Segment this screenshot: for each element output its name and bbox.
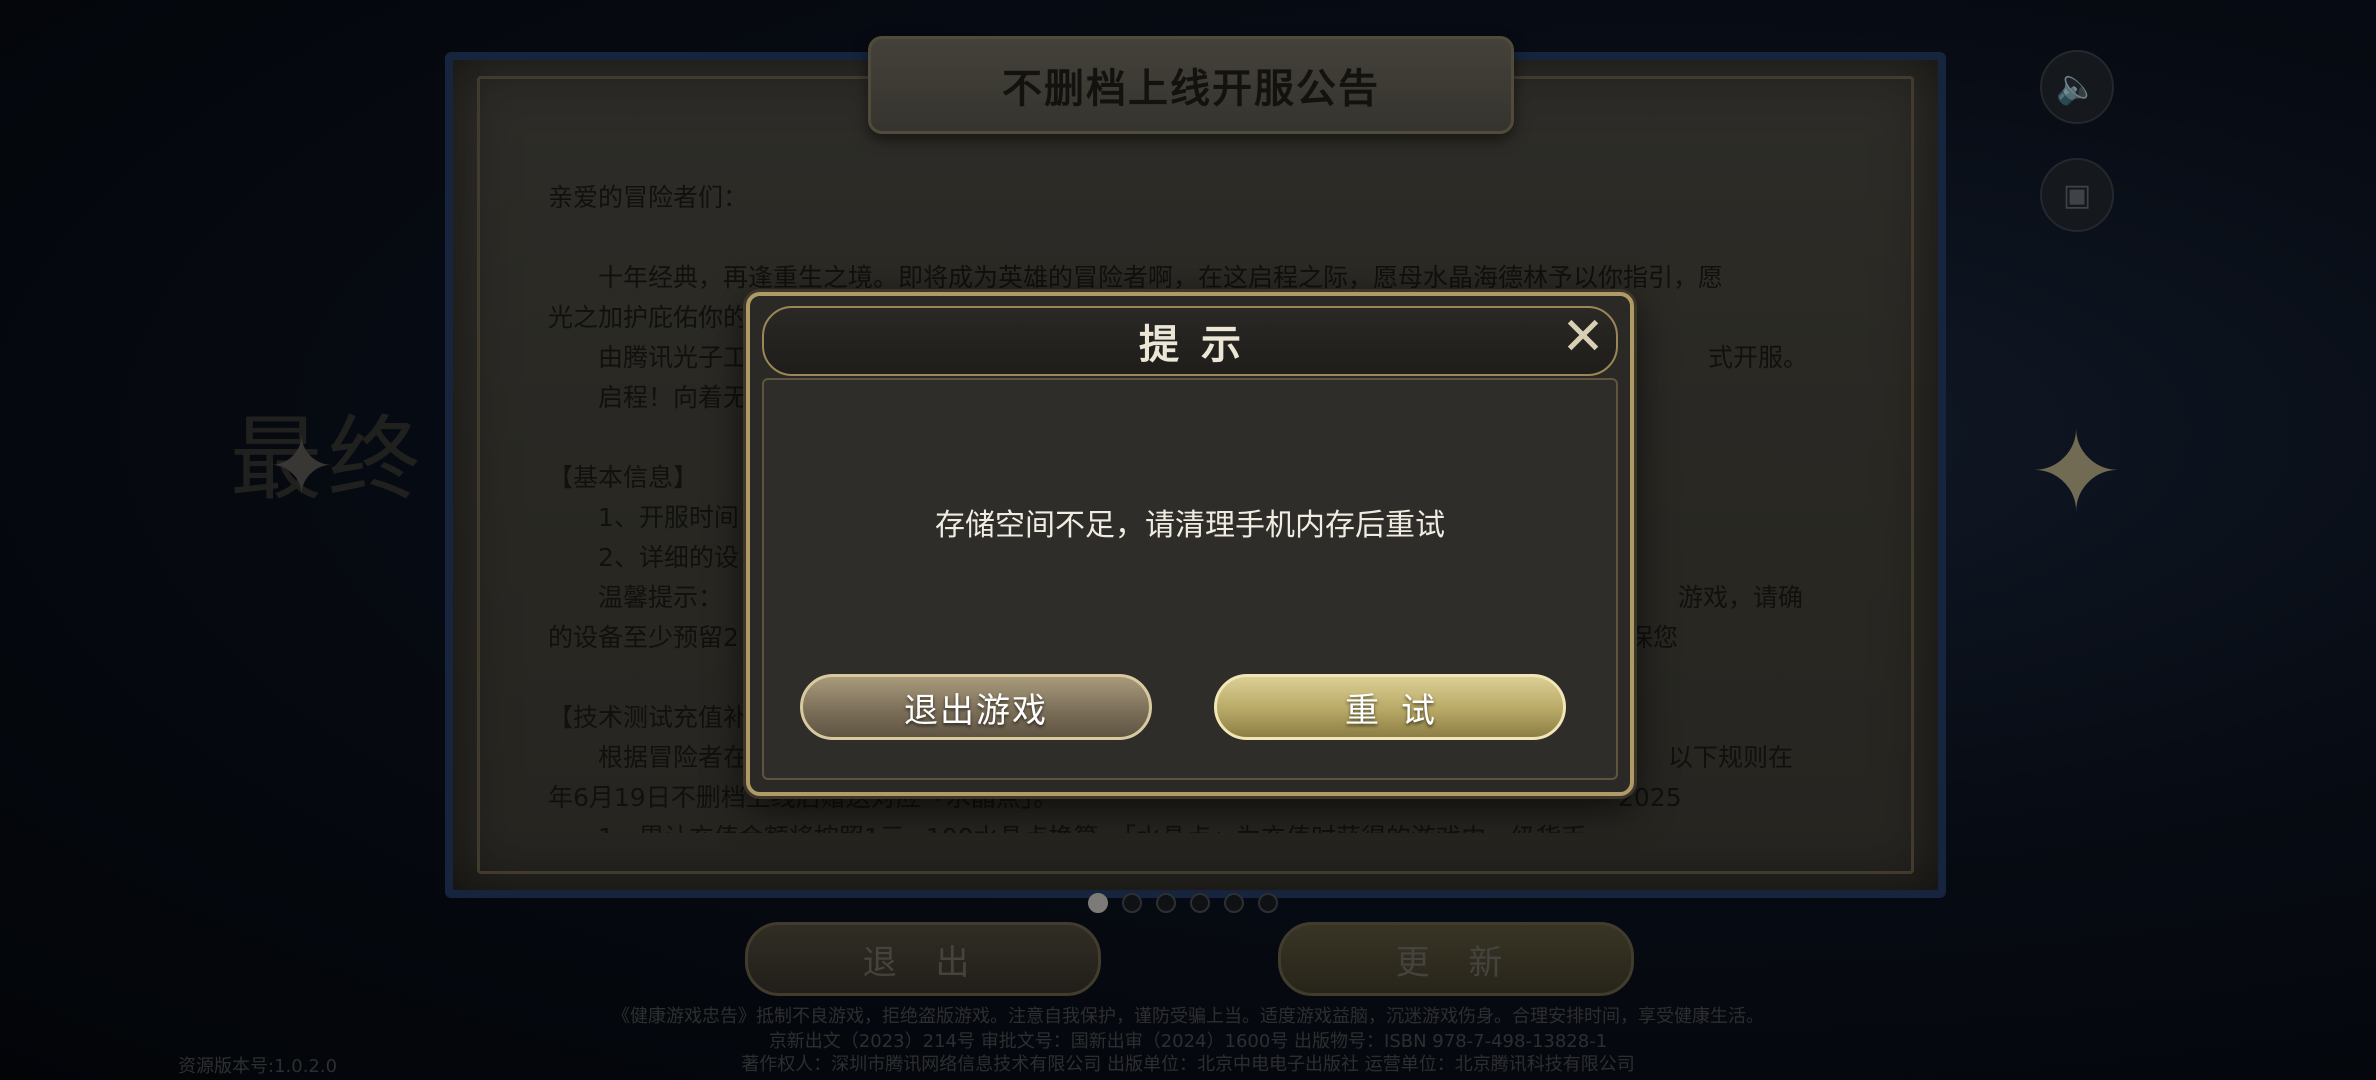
close-x-icon[interactable]: ✕: [1558, 311, 1608, 363]
dialog-title: 提示: [1139, 322, 1263, 368]
exit-game-button[interactable]: 退出游戏: [800, 674, 1152, 740]
retry-button[interactable]: 重试: [1214, 674, 1566, 740]
storage-warning-dialog: 提示 ✕ 存储空间不足，请清理手机内存后重试 退出游戏 重试: [746, 292, 1634, 796]
retry-label: 重试: [1345, 690, 1457, 731]
dialog-header: 提示: [762, 306, 1618, 376]
dialog-message: 存储空间不足，请清理手机内存后重试: [935, 508, 1445, 543]
